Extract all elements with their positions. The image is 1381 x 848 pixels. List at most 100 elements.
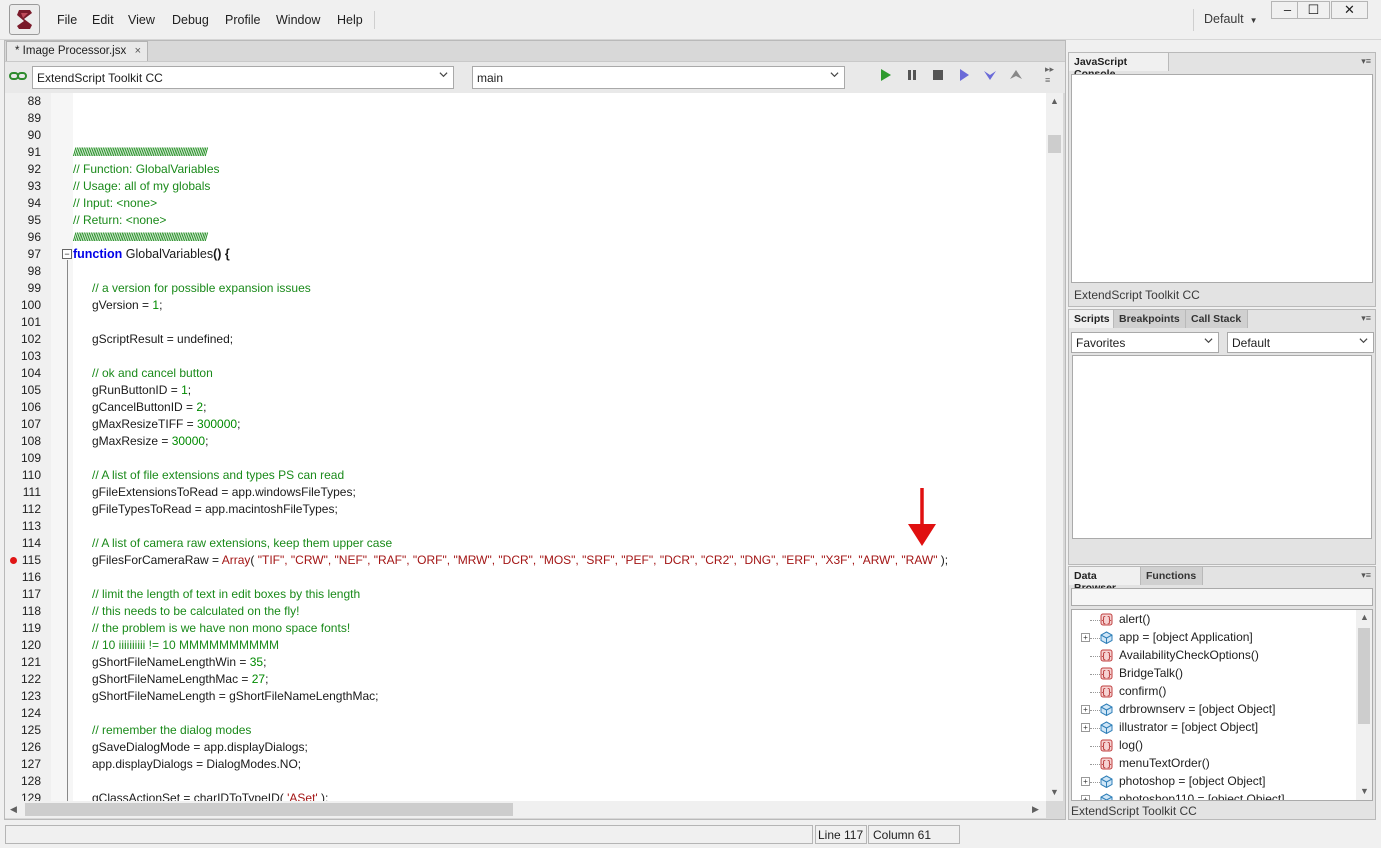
tree-item[interactable]: {} alert() bbox=[1072, 611, 1352, 629]
tree-connector bbox=[1090, 674, 1100, 675]
default-select[interactable]: Default bbox=[1227, 332, 1374, 353]
maximize-button[interactable]: ☐ bbox=[1297, 1, 1330, 19]
scroll-thumb[interactable] bbox=[1048, 135, 1061, 153]
line-number: 114 bbox=[21, 536, 41, 550]
tree-item[interactable]: {} confirm() bbox=[1072, 683, 1352, 701]
panel-menu-icon[interactable]: ▾≡ bbox=[1361, 570, 1371, 581]
menu-help[interactable]: Help bbox=[337, 13, 363, 27]
favorites-select[interactable]: Favorites bbox=[1071, 332, 1219, 353]
expand-icon[interactable]: + bbox=[1081, 777, 1090, 786]
console-output[interactable] bbox=[1071, 74, 1373, 283]
tree-item[interactable]: {} BridgeTalk() bbox=[1072, 665, 1352, 683]
tab-call-stack[interactable]: Call Stack bbox=[1186, 310, 1248, 328]
fold-collapse-icon[interactable]: − bbox=[62, 249, 72, 259]
scroll-up-icon[interactable]: ▲ bbox=[1050, 96, 1059, 106]
code-builtin: Array bbox=[221, 553, 251, 567]
scroll-right-icon[interactable]: ▶ bbox=[1032, 804, 1039, 815]
line-number: 95 bbox=[27, 213, 41, 227]
pause-icon[interactable] bbox=[905, 68, 919, 82]
line-number: 111 bbox=[22, 485, 41, 499]
expand-icon[interactable]: + bbox=[1081, 723, 1090, 732]
step-into-icon[interactable] bbox=[983, 68, 997, 82]
panel-menu-icon[interactable]: ▾≡ bbox=[1361, 313, 1371, 324]
data-browser-filter[interactable] bbox=[1071, 588, 1373, 606]
scroll-thumb[interactable] bbox=[1358, 628, 1370, 724]
workspace-switcher[interactable]: Default ▼ bbox=[1204, 12, 1258, 26]
link-icon[interactable] bbox=[9, 70, 27, 84]
tree-connector bbox=[1090, 728, 1100, 729]
tree-item[interactable]: {} menuTextOrder() bbox=[1072, 755, 1352, 773]
tree-item[interactable]: + illustrator = [object Object] bbox=[1072, 719, 1352, 737]
tab-image-processor[interactable]: * Image Processor.jsx × bbox=[6, 41, 148, 61]
tree-item-label: confirm() bbox=[1119, 684, 1167, 698]
code-line-96: ////////////////////////////////////////… bbox=[73, 230, 208, 244]
tree-item[interactable]: {} log() bbox=[1072, 737, 1352, 755]
line-number: 118 bbox=[21, 604, 41, 618]
menu-edit[interactable]: Edit bbox=[92, 13, 114, 27]
line-number: 112 bbox=[21, 502, 41, 516]
menu-window[interactable]: Window bbox=[276, 13, 320, 27]
code-number: 30000 bbox=[171, 434, 206, 448]
menu-debug[interactable]: Debug bbox=[172, 13, 209, 27]
menu-file[interactable]: File bbox=[57, 13, 77, 27]
expand-icon[interactable]: + bbox=[1081, 705, 1090, 714]
engine-select[interactable]: main bbox=[472, 66, 845, 89]
tab-scripts[interactable]: Scripts bbox=[1069, 310, 1114, 328]
horizontal-scrollbar[interactable]: ◀ ▶ bbox=[5, 801, 1046, 818]
code-editor[interactable]: − 88 89 90 91 92 93 94 95 96 97 98 99 100 101 102 103 10… bbox=[5, 93, 1046, 801]
tab-breakpoints[interactable]: Breakpoints bbox=[1114, 310, 1186, 328]
code-line-94: // Input: <none> bbox=[73, 196, 158, 210]
chevron-down-icon bbox=[1204, 338, 1213, 344]
status-bar: Line 117 Column 61 bbox=[0, 822, 1381, 848]
code-text: ); bbox=[317, 791, 329, 801]
tree-connector bbox=[1090, 638, 1100, 639]
step-out-icon[interactable] bbox=[1009, 68, 1023, 82]
code-text: gMaxResizeTIFF = bbox=[92, 417, 198, 431]
step-over-icon[interactable] bbox=[957, 68, 971, 82]
run-icon[interactable] bbox=[879, 68, 893, 82]
scroll-thumb[interactable] bbox=[25, 803, 513, 816]
stop-icon[interactable] bbox=[931, 68, 945, 82]
tree-item[interactable]: {} AvailabilityCheckOptions() bbox=[1072, 647, 1352, 665]
expand-icon[interactable]: + bbox=[1081, 795, 1090, 800]
tree-item-label: alert() bbox=[1119, 612, 1151, 626]
menu-profile[interactable]: Profile bbox=[225, 13, 260, 27]
tree-item[interactable]: + photoshop = [object Object] bbox=[1072, 773, 1352, 791]
target-app-select[interactable]: ExtendScript Toolkit CC bbox=[32, 66, 454, 89]
tab-javascript-console[interactable]: JavaScript Console bbox=[1069, 53, 1169, 80]
tree-item[interactable]: + photoshop110 = [object Object] bbox=[1072, 791, 1352, 800]
line-number: 90 bbox=[27, 128, 41, 142]
code-line-104: // ok and cancel button bbox=[92, 366, 213, 380]
expand-icon[interactable]: + bbox=[1081, 633, 1090, 642]
tree-connector bbox=[1090, 782, 1100, 783]
vertical-scrollbar[interactable]: ▲ ▼ bbox=[1046, 93, 1063, 801]
tab-data-browser[interactable]: Data Browser bbox=[1069, 567, 1141, 594]
panel-menu-icon[interactable]: ▾≡ bbox=[1361, 56, 1371, 67]
line-number: 101 bbox=[20, 315, 41, 329]
code-text: gFilesForCameraRaw = bbox=[92, 553, 222, 567]
panel-menu-icon[interactable]: ▸▸ ≡ bbox=[1045, 64, 1054, 85]
scroll-up-icon[interactable]: ▲ bbox=[1360, 612, 1369, 622]
line-number: 124 bbox=[20, 706, 41, 720]
scripts-list[interactable] bbox=[1072, 355, 1372, 539]
tree-item[interactable]: + app = [object Application] bbox=[1072, 629, 1352, 647]
line-number: 102 bbox=[20, 332, 41, 346]
tree-item[interactable]: + drbrownserv = [object Object] bbox=[1072, 701, 1352, 719]
close-window-button[interactable]: ✕ bbox=[1331, 1, 1368, 19]
tab-close-icon[interactable]: × bbox=[135, 45, 141, 57]
line-number: 125 bbox=[20, 723, 41, 737]
svg-text:{}: {} bbox=[1101, 652, 1112, 662]
tree-item-label: BridgeTalk() bbox=[1119, 666, 1184, 680]
line-number: 127 bbox=[20, 757, 41, 771]
scroll-down-icon[interactable]: ▼ bbox=[1360, 786, 1369, 796]
tree-scrollbar[interactable]: ▲ ▼ bbox=[1356, 610, 1372, 800]
line-number: 93 bbox=[27, 179, 41, 193]
code-line-105: gRunButtonID = 1; bbox=[92, 383, 191, 397]
menu-view[interactable]: View bbox=[128, 13, 155, 27]
scroll-down-icon[interactable]: ▼ bbox=[1050, 787, 1059, 797]
tab-functions[interactable]: Functions bbox=[1141, 567, 1203, 585]
line-number: 109 bbox=[20, 451, 41, 465]
data-browser-tree[interactable]: {} alert() + app = [object Application] {} Av… bbox=[1071, 609, 1373, 801]
line-number: 88 bbox=[27, 94, 41, 108]
scroll-left-icon[interactable]: ◀ bbox=[10, 804, 17, 815]
